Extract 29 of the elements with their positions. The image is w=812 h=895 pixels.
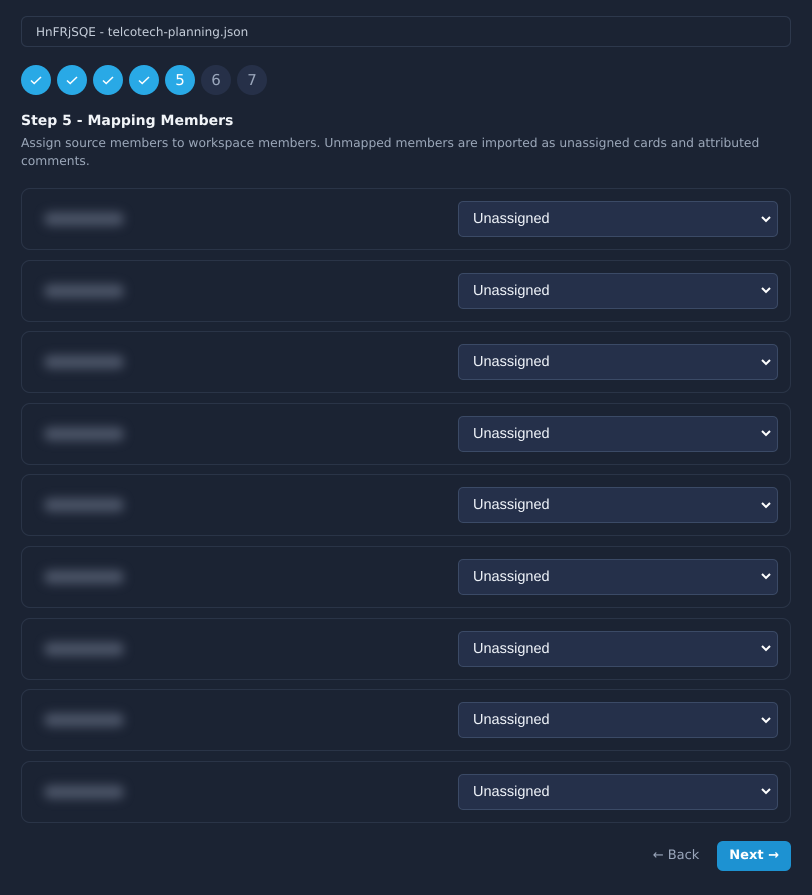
chevron-down-icon [761,788,771,796]
check-icon [138,76,150,84]
assignee-select[interactable]: Unassigned [458,344,778,380]
assignee-select[interactable]: Unassigned [458,702,778,738]
check-icon [30,76,42,84]
chevron-down-icon [761,287,771,294]
assignee-select[interactable]: Unassigned [458,201,778,237]
assignee-select[interactable]: Unassigned [458,487,778,524]
chevron-down-icon [761,645,771,652]
assignee-select[interactable]: Unassigned [458,272,778,309]
chevron-down-icon [761,216,771,222]
assignee-select[interactable]: Unassigned [458,630,778,667]
chevron-down-icon [761,573,771,580]
step-indicator: 5 [165,65,195,95]
step-title: Step 5 - Mapping Members [21,113,234,129]
chevron-down-icon [761,502,771,509]
assignee-select[interactable]: Unassigned [458,416,778,452]
step-indicator: 6 [201,65,231,95]
check-icon [102,76,114,84]
check-icon [66,76,78,84]
step-description: Assign source members to workspace members. Unmapped members are imported as unassigned cards and attributed comments. [21,135,760,170]
assignee-select[interactable]: Unassigned [458,558,778,595]
source-file-field[interactable]: HnFRjSQE - telcotech-planning.json [21,16,791,47]
assignee-select[interactable]: Unassigned [458,774,778,810]
chevron-down-icon [761,430,771,438]
back-button[interactable]: ← Back [648,842,704,870]
chevron-down-icon [761,716,771,724]
step-indicator: 7 [237,65,267,95]
chevron-down-icon [761,358,771,366]
